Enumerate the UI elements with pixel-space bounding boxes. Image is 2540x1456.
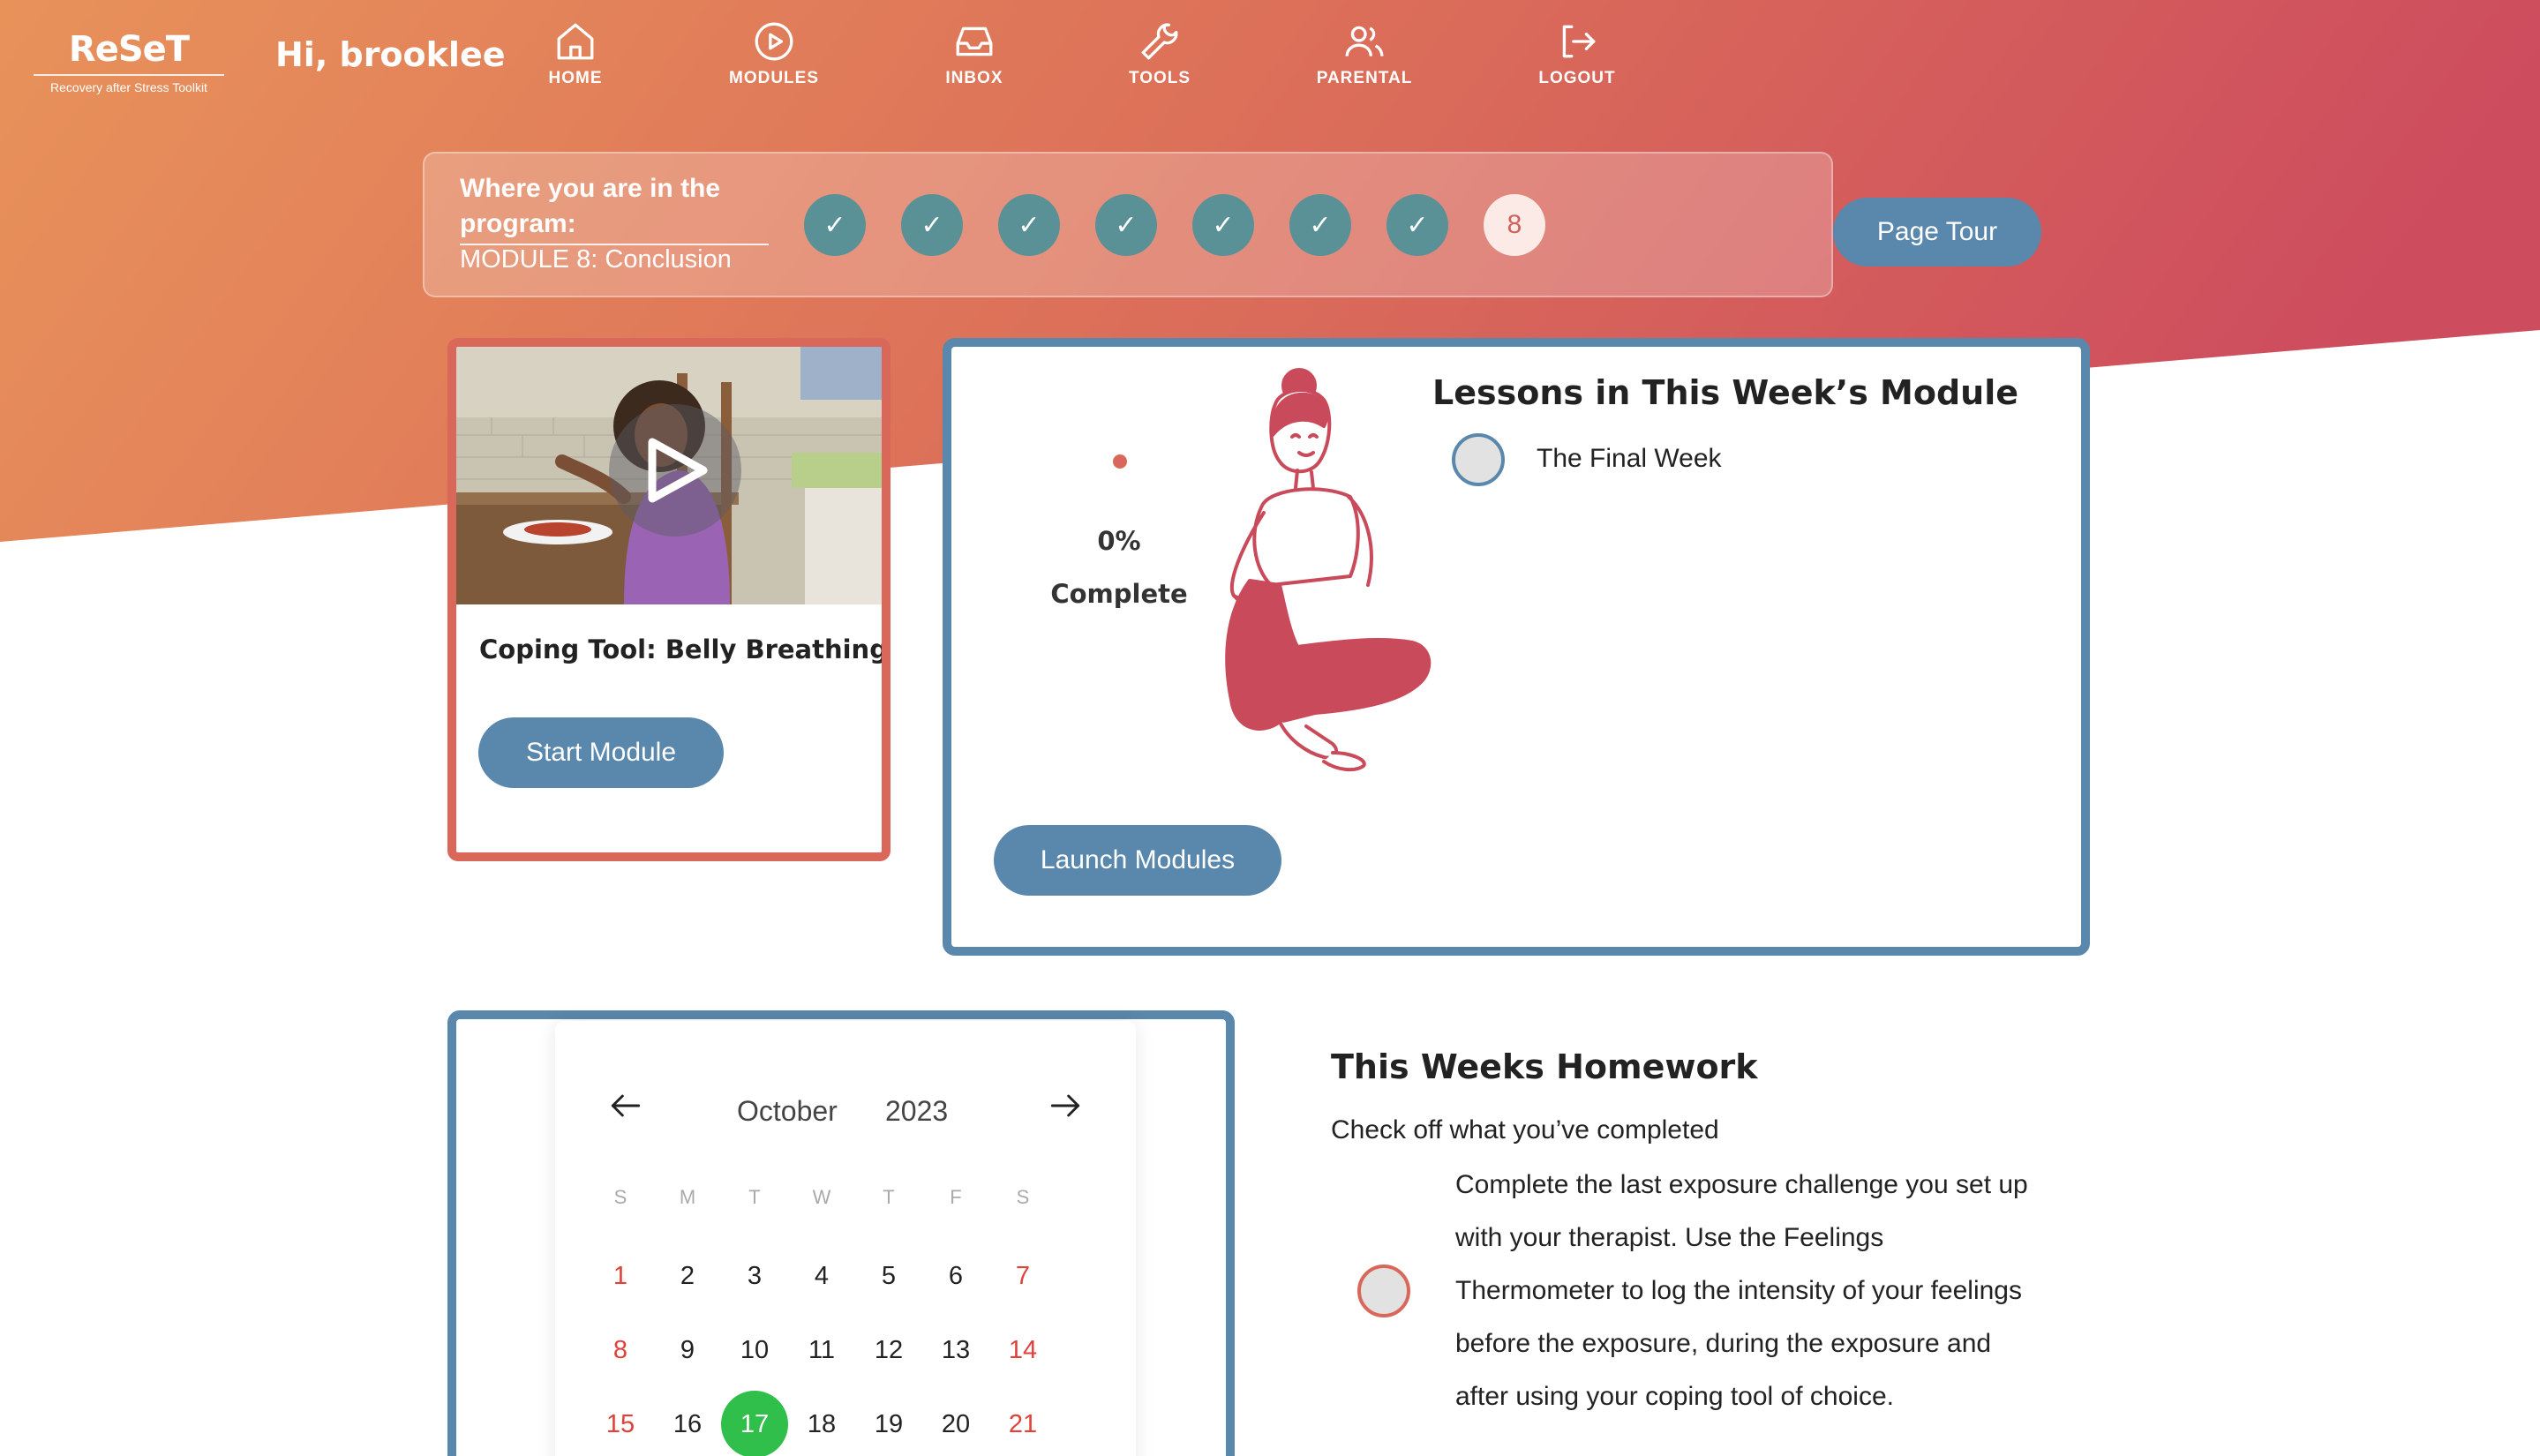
progress-step-2[interactable]: ✓ <box>901 194 963 256</box>
calendar-day[interactable]: 1 <box>587 1242 654 1310</box>
calendar-day-today[interactable]: 17 <box>721 1391 788 1456</box>
program-progress: Where you are in the program: MODULE 8: … <box>423 152 1833 297</box>
calendar-day[interactable]: 6 <box>922 1242 989 1310</box>
nav-tools-label: TOOLS <box>1128 69 1191 87</box>
homework-text-line: Thermometer to log the intensity of your… <box>1455 1276 2022 1305</box>
lessons-card: 0% Complete Lessons in This Week’s Modul… <box>943 338 2090 956</box>
weekday-sat: S <box>1016 1186 1030 1208</box>
calendar-day[interactable]: 19 <box>855 1391 922 1456</box>
calendar-day[interactable]: 2 <box>654 1242 721 1310</box>
calendar-day[interactable]: 12 <box>855 1317 922 1384</box>
girl-illustration <box>1225 368 1432 772</box>
progress-step-3[interactable]: ✓ <box>998 194 1060 256</box>
module-percent-label: Complete <box>1050 579 1188 609</box>
calendar-day[interactable]: 16 <box>654 1391 721 1456</box>
wrench-icon <box>1141 23 1178 60</box>
nav-home[interactable]: HOME <box>505 19 646 88</box>
calendar-day[interactable]: 20 <box>922 1391 989 1456</box>
homework-title: This Weeks Homework <box>1331 1047 1758 1086</box>
calendar-month[interactable]: October <box>737 1095 838 1128</box>
calendar-day[interactable]: 13 <box>922 1317 989 1384</box>
progress-step-4[interactable]: ✓ <box>1095 194 1157 256</box>
homework-text-line: after using your coping tool of choice. <box>1455 1382 1894 1411</box>
module-percent: 0% <box>1097 526 1141 556</box>
weekday-sun: S <box>613 1186 627 1208</box>
calendar-day[interactable]: 4 <box>788 1242 855 1310</box>
weekday-thu: T <box>883 1186 895 1208</box>
progress-step-1[interactable]: ✓ <box>804 194 866 256</box>
lessons-title: Lessons in This Week’s Module <box>1432 373 2019 412</box>
logo-title: ReSeT <box>68 29 190 70</box>
nav-parental[interactable]: PARENTAL <box>1294 19 1435 88</box>
nav-logout-label: LOGOUT <box>1538 69 1616 87</box>
greeting: Hi, brooklee <box>275 35 506 74</box>
play-circle-icon <box>755 22 793 61</box>
calendar-day[interactable]: 8 <box>587 1317 654 1384</box>
calendar-day[interactable]: 3 <box>721 1242 788 1310</box>
calendar-day[interactable]: 9 <box>654 1317 721 1384</box>
calendar-day[interactable]: 15 <box>587 1391 654 1456</box>
progress-step-5[interactable]: ✓ <box>1192 194 1254 256</box>
nav-inbox[interactable]: INBOX <box>904 19 1045 88</box>
launch-modules-button[interactable]: Launch Modules <box>994 825 1281 896</box>
users-icon <box>1345 26 1384 56</box>
logo-subtitle: Recovery after Stress Toolkit <box>34 74 224 94</box>
calendar-day[interactable]: 14 <box>989 1317 1056 1384</box>
calendar-day[interactable]: 11 <box>788 1317 855 1384</box>
progress-indicator-dot <box>1113 454 1127 469</box>
calendar: October 2023 S M T W T F S 1 2 3 4 5 6 7… <box>555 1021 1136 1456</box>
lesson-checkbox-final-week[interactable] <box>1452 433 1505 486</box>
arrow-right-icon[interactable] <box>1046 1086 1085 1125</box>
video-illustration <box>456 347 882 604</box>
calendar-day[interactable]: 18 <box>788 1391 855 1456</box>
nav-logout[interactable]: LOGOUT <box>1507 19 1648 88</box>
homework-text-line: with your therapist. Use the Feelings <box>1455 1223 1884 1252</box>
nav-modules-label: MODULES <box>729 69 819 87</box>
calendar-day[interactable]: 10 <box>721 1317 788 1384</box>
lesson-label-final-week: The Final Week <box>1537 444 1722 473</box>
weekday-tue: T <box>748 1186 761 1208</box>
calendar-card: October 2023 S M T W T F S 1 2 3 4 5 6 7… <box>447 1010 1235 1456</box>
calendar-day[interactable]: 5 <box>855 1242 922 1310</box>
homework-text-line: before the exposure, during the exposure… <box>1455 1329 1992 1358</box>
calendar-day[interactable]: 7 <box>989 1242 1056 1310</box>
video-thumbnail[interactable] <box>456 347 882 604</box>
weekday-fri: F <box>950 1186 962 1208</box>
calendar-day[interactable]: 21 <box>989 1391 1056 1456</box>
progress-step-8-current[interactable]: 8 <box>1484 194 1545 256</box>
nav-inbox-label: INBOX <box>945 69 1003 87</box>
nav-tools[interactable]: TOOLS <box>1089 19 1230 88</box>
start-module-button[interactable]: Start Module <box>478 717 724 788</box>
logout-icon <box>1562 25 1596 58</box>
current-module: MODULE 8: Conclusion <box>460 245 732 274</box>
progress-heading: Where you are in the program: <box>460 171 769 245</box>
inbox-icon <box>956 26 993 56</box>
coping-tool-title: Coping Tool: Belly Breathing <box>479 634 888 664</box>
page-tour-button[interactable]: Page Tour <box>1833 198 2041 266</box>
weekday-mon: M <box>679 1186 696 1208</box>
homework-text-line: Complete the last exposure challenge you… <box>1455 1170 2028 1199</box>
app-logo[interactable]: ReSeT Recovery after Stress Toolkit <box>34 30 224 94</box>
homework-subtitle: Check off what you’ve completed <box>1331 1115 1719 1145</box>
coping-tool-card: Coping Tool: Belly Breathing Start Modul… <box>447 338 891 861</box>
nav-modules[interactable]: MODULES <box>703 19 845 88</box>
nav-parental-label: PARENTAL <box>1316 69 1413 87</box>
weekday-wed: W <box>812 1186 831 1208</box>
progress-step-7[interactable]: ✓ <box>1386 194 1448 256</box>
home-icon <box>557 23 594 60</box>
calendar-year[interactable]: 2023 <box>885 1095 948 1128</box>
progress-step-6[interactable]: ✓ <box>1289 194 1351 256</box>
nav-home-label: HOME <box>548 69 603 87</box>
arrow-left-icon[interactable] <box>606 1086 645 1125</box>
homework-checkbox[interactable] <box>1357 1265 1410 1317</box>
